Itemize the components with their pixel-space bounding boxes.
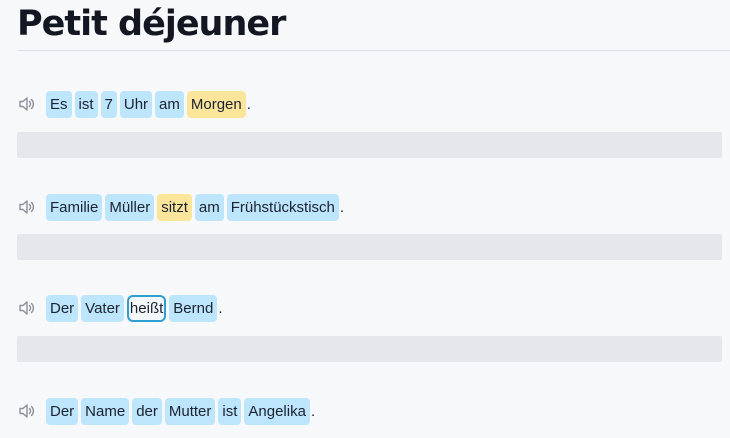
word-chip[interactable]: Name bbox=[81, 397, 130, 425]
sentence-punctuation: . bbox=[218, 299, 223, 317]
word-chip[interactable]: Mutter bbox=[164, 397, 216, 425]
sentence-words: Der Vater heißt Bernd. bbox=[46, 294, 223, 322]
sentence-4: Der Name der Mutter ist Angelika. bbox=[17, 397, 316, 425]
sentence-punctuation: . bbox=[310, 402, 316, 420]
word-chip[interactable]: Angelika bbox=[244, 397, 310, 425]
word-chip[interactable]: Der bbox=[46, 397, 79, 425]
word-chip[interactable]: Bernd bbox=[169, 294, 218, 322]
page-title: Petit déjeuner bbox=[17, 4, 286, 44]
word-chip[interactable]: ist bbox=[218, 397, 242, 425]
word-chip[interactable]: heißt bbox=[126, 294, 167, 322]
sentence-2: Familie Müller sitzt am Frühstückstisch. bbox=[17, 193, 345, 221]
word-chip[interactable]: am bbox=[155, 90, 184, 118]
answer-field-2[interactable] bbox=[17, 234, 722, 260]
word-chip[interactable]: Müller bbox=[105, 193, 155, 221]
word-chip[interactable]: Vater bbox=[81, 294, 124, 322]
sentence-3: Der Vater heißt Bernd. bbox=[17, 294, 223, 322]
sentence-words: Es ist 7 Uhr am Morgen. bbox=[46, 90, 251, 118]
speaker-icon[interactable] bbox=[17, 298, 37, 318]
title-divider bbox=[17, 50, 730, 51]
word-chip[interactable]: Es bbox=[46, 90, 72, 118]
sentence-words: Familie Müller sitzt am Frühstückstisch. bbox=[46, 193, 345, 221]
answer-field-1[interactable] bbox=[17, 132, 722, 158]
word-chip[interactable]: 7 bbox=[100, 90, 117, 118]
word-chip[interactable]: Frühstückstisch bbox=[226, 193, 339, 221]
word-chip[interactable]: Uhr bbox=[119, 90, 153, 118]
word-chip[interactable]: Morgen bbox=[186, 90, 246, 118]
answer-field-3[interactable] bbox=[17, 336, 722, 362]
word-chip[interactable]: ist bbox=[74, 90, 98, 118]
lesson-page: Petit déjeuner Es ist 7 Uhr am Morgen. Famili… bbox=[0, 0, 730, 438]
speaker-icon[interactable] bbox=[17, 94, 37, 114]
word-chip[interactable]: Familie bbox=[46, 193, 103, 221]
speaker-icon[interactable] bbox=[17, 401, 37, 421]
speaker-icon[interactable] bbox=[17, 197, 37, 217]
sentence-punctuation: . bbox=[246, 95, 251, 113]
sentence-punctuation: . bbox=[339, 198, 345, 216]
sentence-words: Der Name der Mutter ist Angelika. bbox=[46, 397, 316, 425]
word-chip[interactable]: der bbox=[132, 397, 162, 425]
sentence-1: Es ist 7 Uhr am Morgen. bbox=[17, 90, 251, 118]
word-chip[interactable]: am bbox=[194, 193, 224, 221]
word-chip[interactable]: sitzt bbox=[157, 193, 192, 221]
word-chip[interactable]: Der bbox=[46, 294, 79, 322]
